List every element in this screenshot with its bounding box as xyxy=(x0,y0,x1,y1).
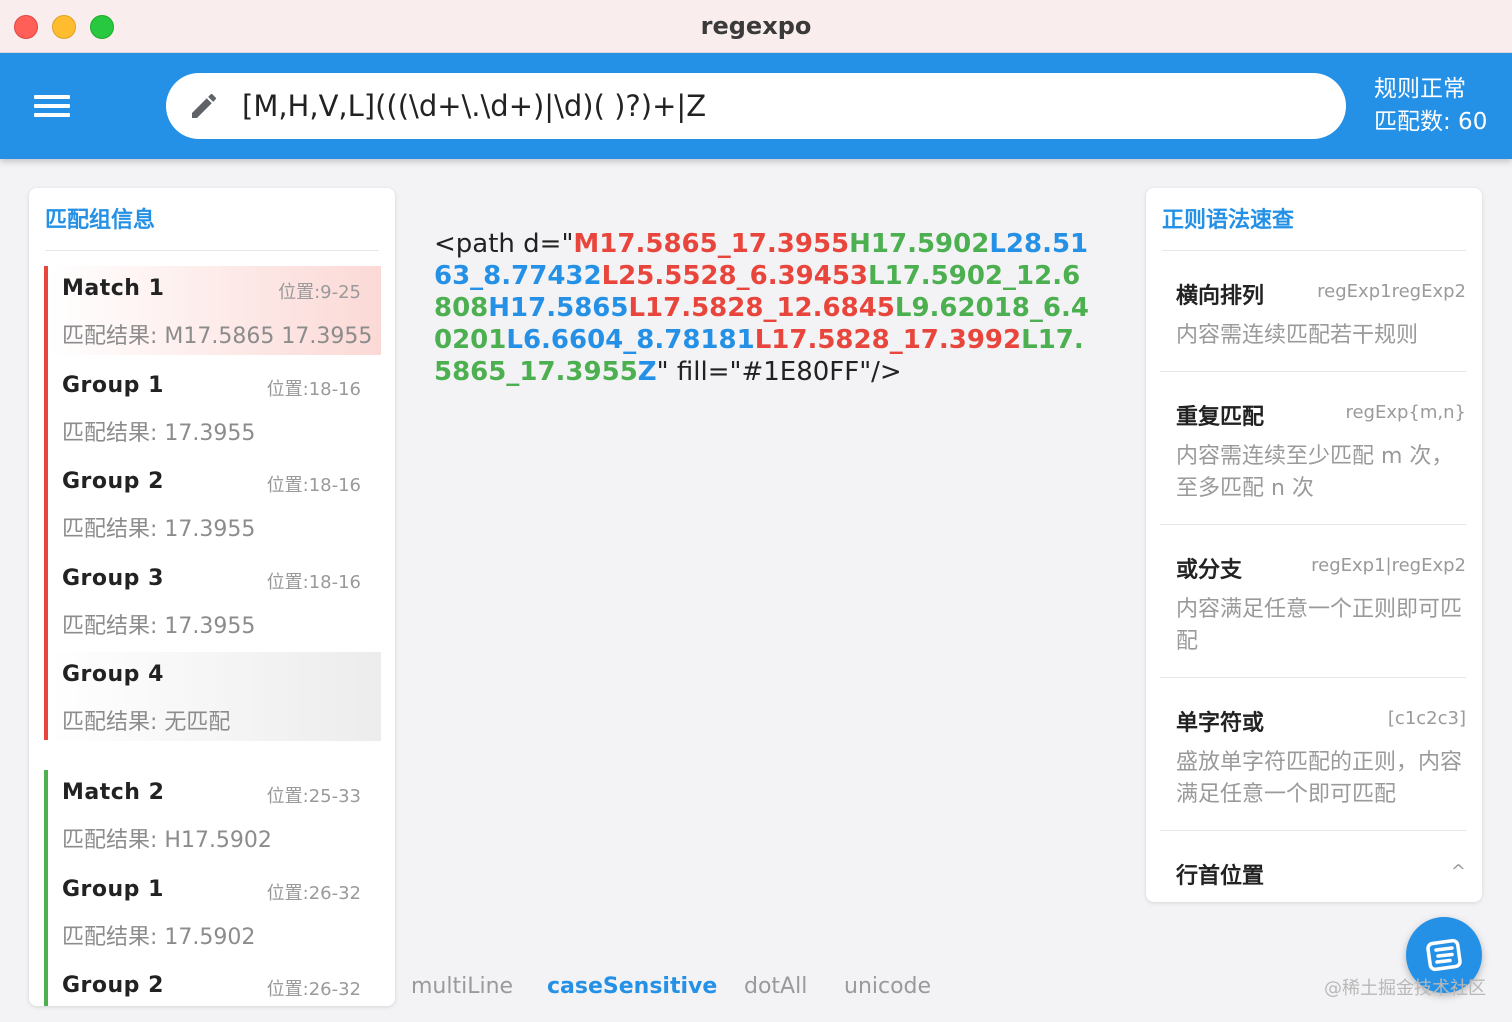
row-result: 匹配结果: 17.3955 xyxy=(62,420,256,446)
syntax-item-title: 重复匹配 xyxy=(1176,405,1265,430)
flag-toggle-multiline[interactable]: multiLine xyxy=(411,974,513,999)
syntax-item-description: 内容满足任意一个正则即可匹配 xyxy=(1176,597,1463,654)
status-valid-text: 规则正常 xyxy=(1374,76,1466,102)
row-result: 匹配结果: 17.3955 xyxy=(62,517,256,542)
row-position: 位置:18-16 xyxy=(266,378,361,400)
regex-status: 规则正常 匹配数: 60 xyxy=(1374,73,1487,139)
source-text-segment: " fill="#1E80FF"/> xyxy=(656,357,902,387)
row-title: Group 3 xyxy=(62,565,164,591)
row-title: Group 1 xyxy=(62,876,164,902)
syntax-item-description: 内容需连续匹配若干规则 xyxy=(1176,323,1419,348)
match-block: Match 1 位置:9-25 匹配结果: M17.5865 17.3955 Grou… xyxy=(44,266,381,741)
match-block: Match 2 位置:25-33 匹配结果: H17.5902 Group 1 位置:2… xyxy=(44,770,381,1006)
match-highlight[interactable]: Z xyxy=(638,357,657,387)
row-result: 匹配结果: 无匹配 xyxy=(62,710,231,735)
row-title: Match 2 xyxy=(62,780,165,805)
row-title: Group 2 xyxy=(62,469,164,494)
row-result: 匹配结果: H17.5902 xyxy=(62,828,272,853)
match-highlight[interactable]: H17.5865 xyxy=(488,293,628,323)
group-row[interactable]: Group 1 位置:26-32 匹配结果: 17.5902 xyxy=(48,867,381,956)
group-row[interactable]: Group 3 位置:18-16 匹配结果: 17.3955 xyxy=(48,556,381,645)
list-icon xyxy=(1426,938,1462,972)
row-title: Group 1 xyxy=(62,372,164,398)
row-position: 位置:9-25 xyxy=(278,282,361,303)
row-result: 匹配结果: 17.5902 xyxy=(62,924,256,950)
window-titlebar: regexpo xyxy=(0,0,1512,53)
row-result: 匹配结果: M17.5865 17.3955 xyxy=(62,324,373,349)
source-text-segment: <path d=" xyxy=(434,229,574,259)
match-highlight[interactable]: L6.6604_8.78181 xyxy=(506,325,754,355)
flag-toggle-unicode[interactable]: unicode xyxy=(844,974,931,999)
group-row[interactable]: Group 2 位置:18-16 匹配结果: 17.3955 xyxy=(48,459,381,548)
match-count-text: 匹配数: 60 xyxy=(1374,109,1488,135)
syntax-item-code: regExp{m,n} xyxy=(1345,402,1466,423)
syntax-item-title: 单字符或 xyxy=(1176,711,1265,736)
divider xyxy=(1160,677,1466,678)
syntax-reference-panel: 正则语法速查 横向排列 regExp1regExp2 内容需连续匹配若干规则 重复匹配… xyxy=(1146,188,1482,902)
syntax-reference-item[interactable]: 或分支 regExp1|regExp2 内容满足任意一个正则即可匹配 xyxy=(1160,552,1466,662)
match-info-panel: 匹配组信息 Match 1 位置:9-25 匹配结果: M17.5865 17.39… xyxy=(29,188,395,1006)
app-bar: 规则正常 匹配数: 60 xyxy=(0,53,1512,159)
flag-toggle-casesensitive[interactable]: caseSensitive xyxy=(547,974,717,999)
divider xyxy=(45,250,379,251)
window-title: regexpo xyxy=(700,12,812,40)
row-position: 位置:18-16 xyxy=(266,475,361,496)
group-row[interactable]: Group 1 位置:18-16 匹配结果: 17.3955 xyxy=(48,363,381,452)
match-info-title: 匹配组信息 xyxy=(45,208,156,233)
syntax-item-description: 盛放单字符匹配的正则，内容满足任意一个即可匹配 xyxy=(1176,750,1463,807)
syntax-item-description: 内容需连续至少匹配 m 次，至多匹配 n 次 xyxy=(1176,444,1454,501)
syntax-item-title: 行首位置 xyxy=(1176,864,1265,889)
syntax-reference-item[interactable]: 单字符或 [c1c2c3] 盛放单字符匹配的正则，内容满足任意一个即可匹配 xyxy=(1160,705,1466,815)
syntax-item-code: regExp1regExp2 xyxy=(1317,281,1466,302)
divider xyxy=(1160,830,1466,831)
regex-input[interactable] xyxy=(242,81,1322,131)
flag-toggle-dotall[interactable]: dotAll xyxy=(744,974,807,999)
match-highlight[interactable]: L25.5528_6.39453 xyxy=(602,261,868,291)
match-highlight[interactable]: M17.5865_17.3955 xyxy=(573,229,849,259)
watermark: @稀土掘金技术社区 xyxy=(1324,978,1486,999)
menu-icon[interactable] xyxy=(34,93,72,121)
match-highlight[interactable]: L17.5828_17.3992 xyxy=(755,325,1021,355)
row-position: 位置:26-32 xyxy=(266,882,361,904)
syntax-item-code: regExp1|regExp2 xyxy=(1311,555,1466,576)
row-position: 位置:26-32 xyxy=(266,979,361,1000)
divider xyxy=(1160,371,1466,372)
row-result: 匹配结果: 17.3955 xyxy=(62,613,256,639)
syntax-reference-title: 正则语法速查 xyxy=(1162,208,1295,233)
match-highlight[interactable]: H17.5902 xyxy=(849,229,989,259)
syntax-item-code: [c1c2c3] xyxy=(1387,708,1466,729)
syntax-item-title: 横向排列 xyxy=(1176,284,1265,309)
group-row[interactable]: Group 2 位置:26-32 xyxy=(48,963,381,1006)
syntax-reference-item[interactable]: 重复匹配 regExp{m,n} 内容需连续至少匹配 m 次，至多匹配 n 次 xyxy=(1160,399,1466,509)
source-text-view[interactable]: <path d="M17.5865_17.3955H17.5902L28.516… xyxy=(434,228,1098,388)
row-title: Group 2 xyxy=(62,973,164,998)
match-highlight[interactable]: L17.5828_12.6845 xyxy=(628,293,894,323)
match-row[interactable]: Match 2 位置:25-33 匹配结果: H17.5902 xyxy=(48,770,381,859)
group-row[interactable]: Group 4 匹配结果: 无匹配 xyxy=(48,652,381,741)
regex-input-container[interactable] xyxy=(166,73,1346,139)
syntax-item-code: ^ xyxy=(1450,861,1466,882)
row-title: Match 1 xyxy=(62,276,165,301)
divider xyxy=(1160,524,1466,525)
syntax-item-title: 或分支 xyxy=(1176,558,1243,583)
divider xyxy=(1162,250,1466,251)
row-position: 位置:18-16 xyxy=(266,571,361,593)
row-title: Group 4 xyxy=(62,662,164,687)
match-row[interactable]: Match 1 位置:9-25 匹配结果: M17.5865 17.3955 xyxy=(48,266,381,355)
syntax-reference-item[interactable]: 行首位置 ^ xyxy=(1160,858,1466,902)
pencil-icon xyxy=(192,93,217,118)
row-position: 位置:25-33 xyxy=(266,786,361,807)
